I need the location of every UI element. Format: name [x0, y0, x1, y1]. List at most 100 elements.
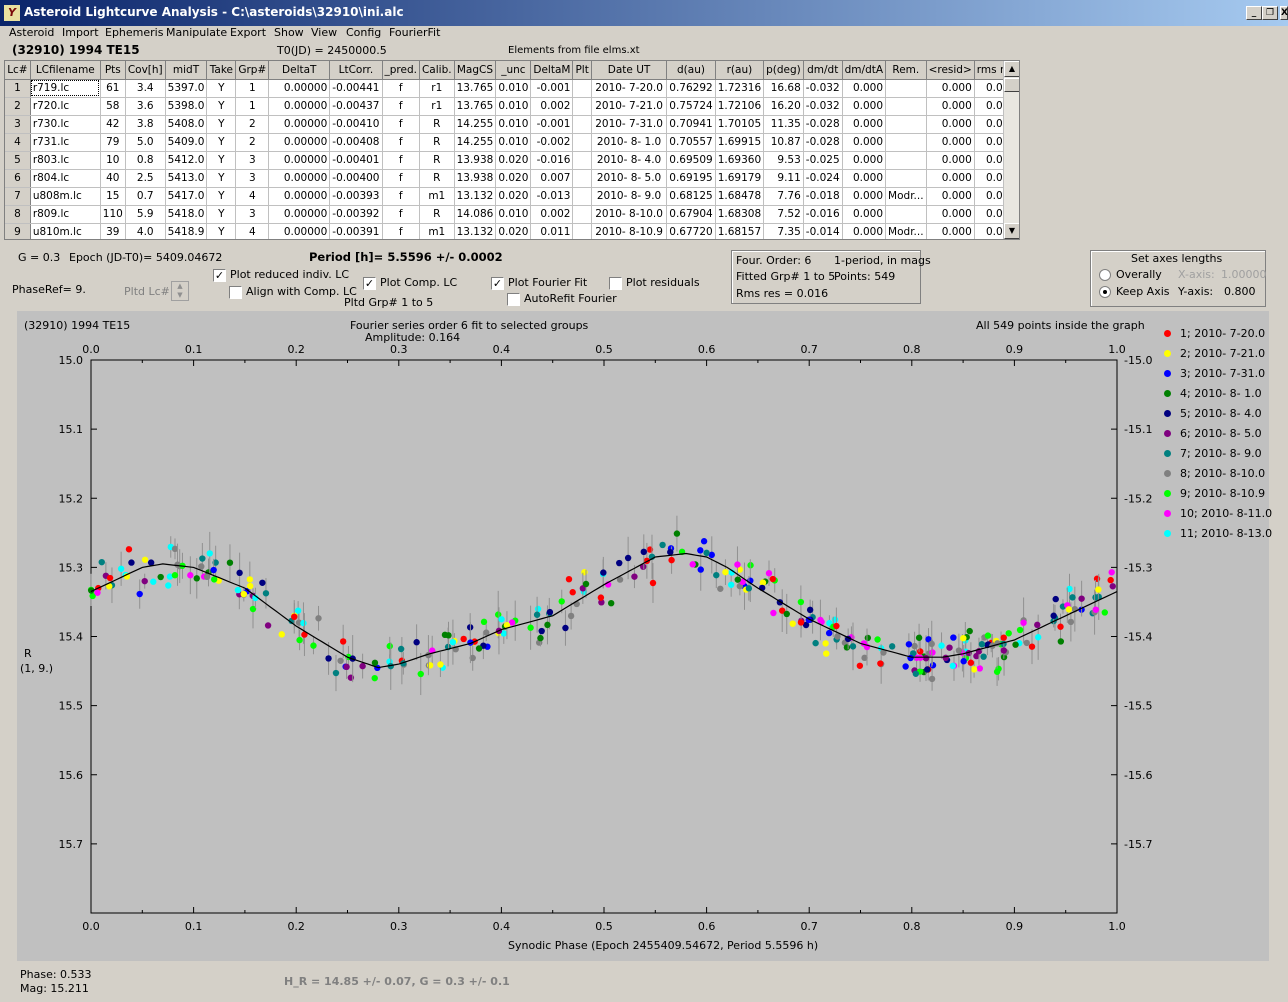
table-cell[interactable]: 0.000 — [842, 169, 887, 188]
table-cell[interactable]: 4.0 — [125, 223, 166, 239]
table-cell[interactable]: 0.8 — [125, 151, 166, 170]
table-cell[interactable]: 0.67720 — [666, 223, 716, 239]
table-cell[interactable]: 9.53 — [763, 151, 804, 170]
table-row[interactable]: 2 r720.lc 58 3.6 5398.0 Y 1 0.00000 -0.00437 f r1 1… — [5, 97, 1019, 116]
table-cell[interactable]: 3 — [235, 169, 270, 188]
table-cell[interactable]: 0.00000 — [268, 133, 331, 152]
table-cell[interactable]: m1 — [419, 223, 455, 239]
table-cell[interactable]: 0.000 — [926, 151, 975, 170]
table-cell[interactable]: 110 — [100, 205, 126, 224]
table-cell[interactable]: 0.000 — [842, 223, 887, 239]
table-cell[interactable]: 0.000 — [926, 187, 975, 206]
table-cell[interactable] — [885, 151, 927, 170]
table-cell[interactable]: 0.00000 — [268, 187, 331, 206]
table-cell[interactable]: 0.020 — [495, 223, 532, 239]
table-cell[interactable]: 5418.9 — [165, 223, 208, 239]
table-cell[interactable]: r720.lc — [30, 97, 101, 116]
table-cell[interactable]: 0.020 — [495, 169, 532, 188]
menu-export[interactable]: Export — [230, 26, 266, 39]
table-cell[interactable] — [572, 133, 592, 152]
table-cell[interactable]: 2010- 8- 4.0 — [591, 151, 668, 170]
table-cell[interactable]: 0.00000 — [268, 97, 331, 116]
minimize-button[interactable]: _ — [1246, 6, 1262, 20]
menu-asteroid[interactable]: Asteroid — [9, 26, 54, 39]
table-cell[interactable]: 0.010 — [495, 97, 532, 116]
column-header[interactable]: r(au) — [715, 61, 765, 80]
app-icon[interactable]: Y — [4, 5, 20, 21]
table-cell[interactable]: Y — [206, 187, 237, 206]
table-cell[interactable]: Y — [206, 169, 237, 188]
table-cell[interactable]: 10.87 — [763, 133, 804, 152]
table-cell[interactable]: r803.lc — [30, 151, 101, 170]
table-cell[interactable]: 7.76 — [763, 187, 804, 206]
column-header[interactable]: Calib. — [419, 61, 455, 80]
table-cell[interactable]: 0.00000 — [268, 79, 331, 98]
pltd-lc-spinner[interactable]: ▲ ▼ — [171, 281, 189, 301]
table-cell[interactable]: R — [419, 115, 455, 134]
table-cell[interactable]: -0.00408 — [329, 133, 383, 152]
table-cell[interactable] — [885, 169, 927, 188]
table-cell[interactable]: -0.00400 — [329, 169, 383, 188]
column-header[interactable]: dm/dtA — [842, 61, 887, 80]
table-cell[interactable]: 13.765 — [454, 79, 497, 98]
table-row[interactable]: 9 u810m.lc 39 4.0 5418.9 Y 4 0.00000 -0.00391 f m1… — [5, 223, 1019, 239]
table-cell[interactable]: 0.000 — [842, 205, 887, 224]
table-cell[interactable]: 1.70105 — [715, 115, 765, 134]
table-cell[interactable] — [572, 115, 592, 134]
scroll-up-button[interactable]: ▲ — [1004, 61, 1019, 77]
table-cell[interactable]: 79 — [100, 133, 126, 152]
table-cell[interactable]: Y — [206, 133, 237, 152]
column-header[interactable]: MagCS — [454, 61, 497, 80]
table-cell[interactable]: 1.68308 — [715, 205, 765, 224]
table-cell[interactable]: 58 — [100, 97, 126, 116]
table-cell[interactable]: 11.35 — [763, 115, 804, 134]
table-cell[interactable]: f — [382, 223, 420, 239]
table-cell[interactable]: 2010- 8-10.9 — [591, 223, 668, 239]
column-header[interactable]: Rem. — [885, 61, 927, 80]
table-cell[interactable]: 2010- 8- 5.0 — [591, 169, 668, 188]
table-cell[interactable] — [572, 79, 592, 98]
table-cell[interactable]: 0.002 — [530, 205, 574, 224]
table-cell[interactable]: 14.086 — [454, 205, 497, 224]
table-cell[interactable]: 0.020 — [495, 151, 532, 170]
table-cell[interactable]: -0.00392 — [329, 205, 383, 224]
table-cell[interactable]: f — [382, 205, 420, 224]
table-cell[interactable]: -0.025 — [803, 151, 843, 170]
table-cell[interactable]: -0.00391 — [329, 223, 383, 239]
column-header[interactable]: Take — [206, 61, 237, 80]
table-cell[interactable]: 10 — [100, 151, 126, 170]
menu-view[interactable]: View — [311, 26, 337, 39]
table-cell[interactable]: 2.5 — [125, 169, 166, 188]
table-cell[interactable]: 5398.0 — [165, 97, 208, 116]
table-cell[interactable]: f — [382, 151, 420, 170]
table-row[interactable]: 5 r803.lc 10 0.8 5412.0 Y 3 0.00000 -0.00401 f R 13… — [5, 151, 1019, 170]
table-cell[interactable]: 2010- 8- 1.0 — [591, 133, 668, 152]
table-cell[interactable]: 5418.0 — [165, 205, 208, 224]
table-cell[interactable]: 13.938 — [454, 151, 497, 170]
table-cell[interactable]: 61 — [100, 79, 126, 98]
plot-fourier-checkbox[interactable]: ✓ Plot Fourier Fit — [491, 276, 587, 290]
table-cell[interactable]: 0.76292 — [666, 79, 716, 98]
table-cell[interactable]: u808m.lc — [30, 187, 101, 206]
autorefit-checkbox[interactable]: AutoRefit Fourier — [507, 292, 617, 306]
table-cell[interactable]: 0.67904 — [666, 205, 716, 224]
table-cell[interactable]: 2010- 7-21.0 — [591, 97, 668, 116]
column-header[interactable]: midT — [165, 61, 208, 80]
table-cell[interactable]: 16.68 — [763, 79, 804, 98]
plot-residuals-checkbox[interactable]: Plot residuals — [609, 276, 700, 290]
table-cell[interactable]: 5413.0 — [165, 169, 208, 188]
menu-config[interactable]: Config — [346, 26, 381, 39]
table-row[interactable]: 6 r804.lc 40 2.5 5413.0 Y 3 0.00000 -0.00400 f R 13… — [5, 169, 1019, 188]
column-header[interactable]: Pts — [100, 61, 126, 80]
table-cell[interactable]: 5412.0 — [165, 151, 208, 170]
row-header[interactable]: 1 — [5, 79, 31, 98]
table-cell[interactable]: 0.000 — [842, 97, 887, 116]
table-cell[interactable]: 1.69915 — [715, 133, 765, 152]
table-cell[interactable]: 13.765 — [454, 97, 497, 116]
table-cell[interactable] — [885, 205, 927, 224]
close-button[interactable]: X — [1280, 6, 1288, 20]
table-cell[interactable] — [572, 151, 592, 170]
table-cell[interactable]: 0.00000 — [268, 151, 331, 170]
table-cell[interactable]: 2010- 8- 9.0 — [591, 187, 668, 206]
table-cell[interactable]: 0.000 — [926, 223, 975, 239]
